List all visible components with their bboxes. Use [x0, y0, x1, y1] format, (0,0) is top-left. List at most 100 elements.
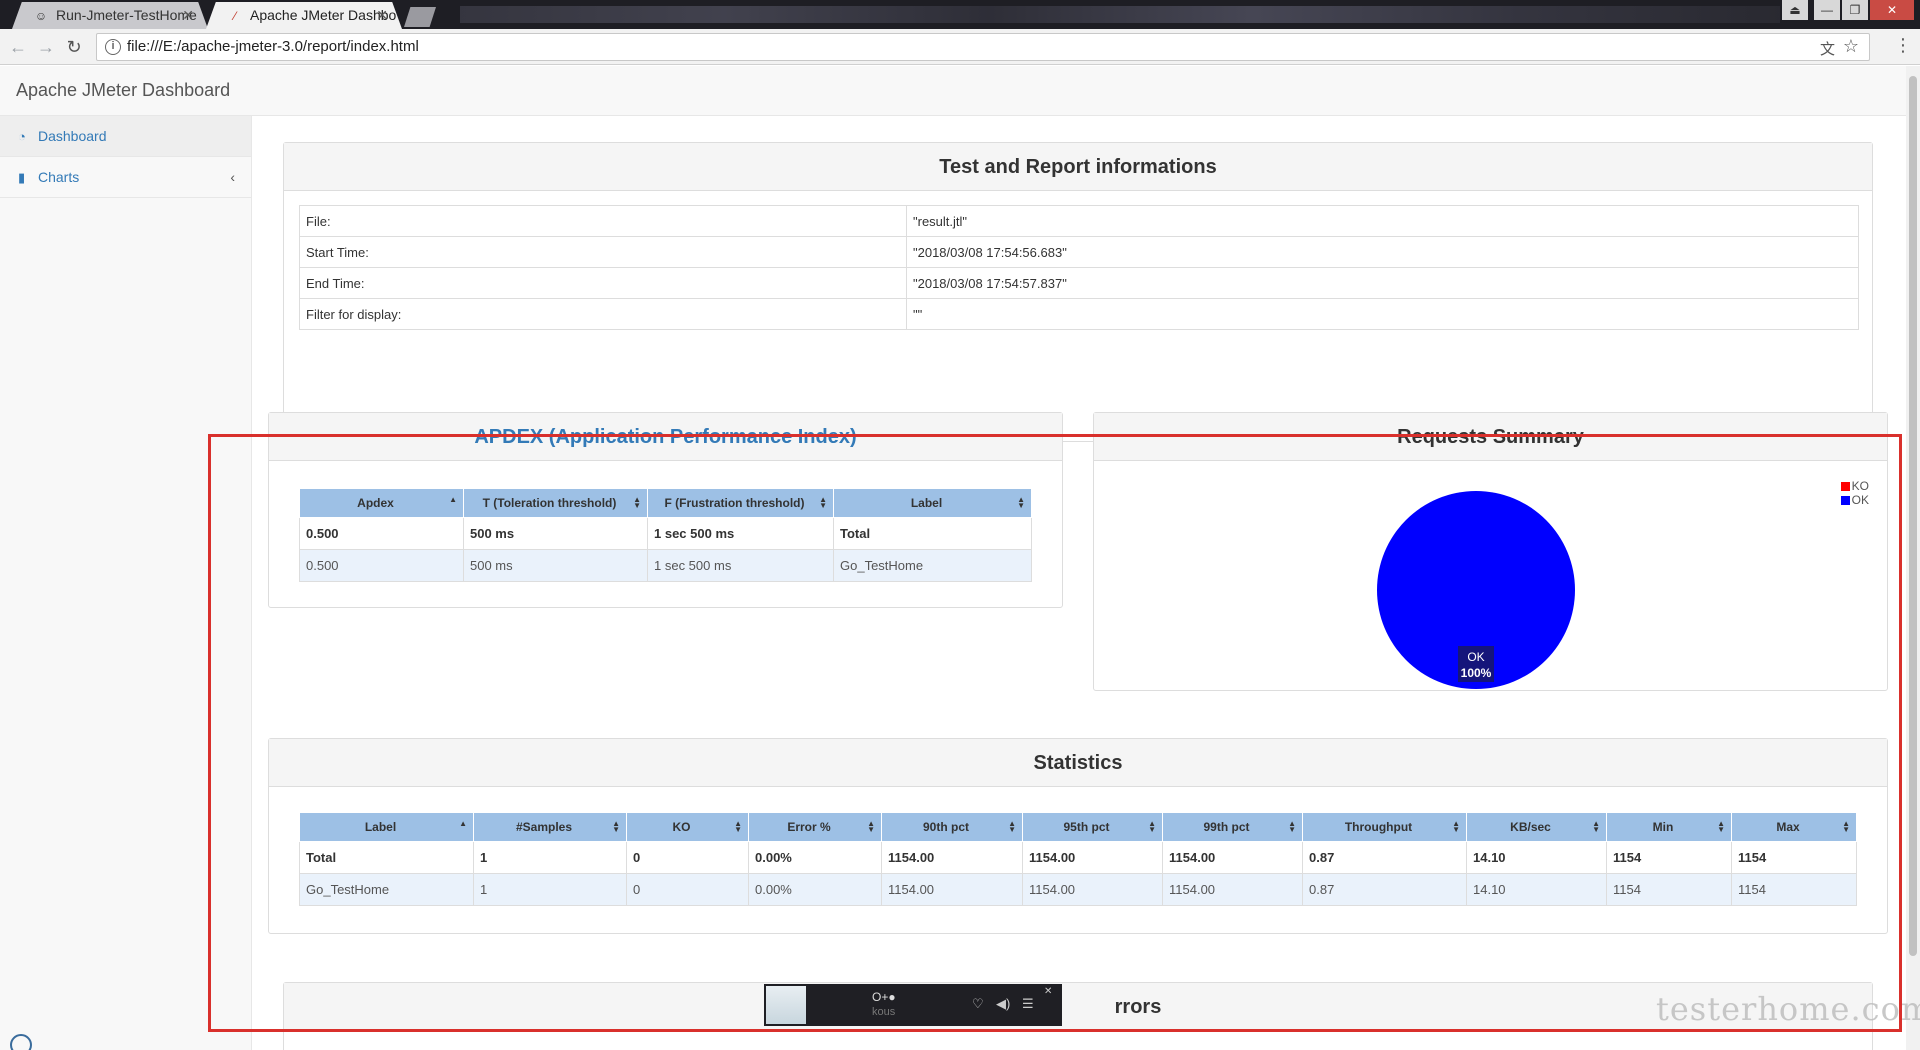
- column-header-samples[interactable]: #Samples ▲ ▼: [473, 812, 627, 842]
- legend-item-ko[interactable]: KO: [1840, 479, 1869, 493]
- table-cell: 1154.00: [1022, 841, 1163, 874]
- sort-icon: ▲ ▼: [1452, 819, 1460, 834]
- table-cell: 14.10: [1466, 873, 1607, 906]
- url-text[interactable]: file:///E:/apache-jmeter-3.0/report/inde…: [127, 34, 419, 60]
- column-header-toleration[interactable]: T (Toleration threshold) ▲ ▼: [463, 488, 648, 518]
- column-header-kb-sec[interactable]: KB/sec ▲ ▼: [1466, 812, 1607, 842]
- info-key: File:: [299, 205, 907, 237]
- table-row: File: "result.jtl": [299, 205, 1859, 237]
- volume-icon[interactable]: ◀): [996, 996, 1010, 1012]
- requests-summary-pie-chart: OK 100%: [1377, 491, 1575, 689]
- maximize-icon[interactable]: ❐: [1842, 0, 1868, 20]
- apdex-table: Apdex ▲ T (Toleration threshold) ▲ ▼ F (Fru…: [299, 488, 1032, 582]
- column-header-throughput[interactable]: Throughput ▲ ▼: [1302, 812, 1467, 842]
- info-value: "result.jtl": [906, 205, 1859, 237]
- column-header-error-pct[interactable]: Error % ▲ ▼: [748, 812, 882, 842]
- sort-icon: ▲ ▼: [734, 819, 742, 834]
- forward-arrow-icon[interactable]: →: [34, 35, 58, 59]
- errors-panel: rrors: [283, 982, 1873, 1050]
- legend-item-ok[interactable]: OK: [1840, 493, 1869, 507]
- translate-icon[interactable]: 文: [1820, 38, 1835, 59]
- table-cell: Total: [299, 841, 474, 874]
- account-icon[interactable]: ⏏: [1782, 0, 1808, 20]
- table-cell: 1154.00: [881, 841, 1023, 874]
- column-header-ko[interactable]: KO ▲ ▼: [626, 812, 749, 842]
- table-cell: Go_TestHome: [833, 549, 1032, 582]
- test-info-panel: Test and Report informations File: "resu…: [283, 142, 1873, 442]
- player-title: O+●: [872, 990, 896, 1004]
- star-icon[interactable]: ☆: [1843, 36, 1859, 57]
- table-row: Go_TestHome 1 0 0.00% 1154.00 1154.00 11…: [299, 873, 1857, 906]
- statistics-title: Statistics: [269, 739, 1887, 787]
- table-cell: 500 ms: [463, 549, 648, 582]
- sidebar-item-charts[interactable]: ▮ Charts ‹: [0, 157, 251, 198]
- errors-title: rrors: [284, 983, 1872, 1031]
- sort-icon: ▲ ▼: [1017, 495, 1025, 510]
- more-menu-icon[interactable]: ⋮: [1894, 35, 1912, 56]
- browser-tab-jmeter[interactable]: ⁄ Apache JMeter Dashbo ✕: [206, 2, 402, 29]
- column-header-label[interactable]: Label ▲: [299, 812, 474, 842]
- page-scrollbar[interactable]: [1906, 66, 1920, 1050]
- info-key: End Time:: [299, 267, 907, 299]
- column-header-label[interactable]: Label ▲ ▼: [833, 488, 1032, 518]
- sort-icon: ▲ ▼: [633, 495, 641, 510]
- brand-title[interactable]: Apache JMeter Dashboard: [16, 80, 230, 101]
- slice-label: OK: [1467, 650, 1484, 664]
- table-cell: 0.00%: [748, 873, 882, 906]
- table-cell: 1154: [1606, 873, 1732, 906]
- sort-asc-icon: ▲: [459, 819, 467, 828]
- apdex-title[interactable]: APDEX (Application Performance Index): [269, 413, 1062, 461]
- dashboard-content: Test and Report informations File: "resu…: [253, 116, 1906, 1050]
- new-tab-button[interactable]: [404, 7, 436, 27]
- table-cell: 1154.00: [1022, 873, 1163, 906]
- sort-icon: ▲ ▼: [819, 495, 827, 510]
- table-cell: 0: [626, 841, 749, 874]
- tab-title: Apache JMeter Dashbo: [250, 7, 397, 23]
- avatar-favicon-icon: ☺: [34, 9, 48, 23]
- music-player-overlay: O+● kous ♡ ◀) ☰ ✕: [764, 984, 1062, 1026]
- table-row: Total 1 0 0.00% 1154.00 1154.00 1154.00 …: [299, 841, 1857, 874]
- window-close-icon[interactable]: ✕: [1870, 0, 1914, 20]
- header-label: KO: [672, 820, 691, 834]
- table-cell: Total: [833, 517, 1032, 550]
- column-header-90th-pct[interactable]: 90th pct ▲ ▼: [881, 812, 1023, 842]
- close-icon[interactable]: ✕: [182, 2, 194, 29]
- column-header-apdex[interactable]: Apdex ▲: [299, 488, 464, 518]
- browser-tab-testhome[interactable]: ☺ Run-Jmeter-TestHome ✕: [12, 2, 208, 29]
- back-arrow-icon[interactable]: ←: [6, 35, 30, 59]
- header-label: KB/sec: [1510, 820, 1551, 834]
- minimize-icon[interactable]: —: [1814, 0, 1840, 20]
- table-header-row: Apdex ▲ T (Toleration threshold) ▲ ▼ F (Fru…: [299, 488, 1032, 518]
- test-info-title: Test and Report informations: [284, 143, 1872, 191]
- feather-favicon-icon: ⁄: [233, 9, 236, 23]
- table-cell: 0.87: [1302, 841, 1467, 874]
- column-header-min[interactable]: Min ▲ ▼: [1606, 812, 1732, 842]
- close-icon[interactable]: ✕: [1044, 986, 1052, 997]
- table-cell: 500 ms: [463, 517, 648, 550]
- sort-icon: ▲ ▼: [1288, 819, 1296, 834]
- column-header-99th-pct[interactable]: 99th pct ▲ ▼: [1162, 812, 1303, 842]
- album-art: [766, 986, 806, 1024]
- sidebar-item-label: Charts: [38, 169, 80, 185]
- close-icon[interactable]: ✕: [376, 2, 388, 29]
- column-header-max[interactable]: Max ▲ ▼: [1731, 812, 1857, 842]
- slice-percent: 100%: [1461, 666, 1492, 680]
- header-label: 95th pct: [1063, 820, 1110, 834]
- table-cell: 0.00%: [748, 841, 882, 874]
- address-bar[interactable]: i file:///E:/apache-jmeter-3.0/report/in…: [96, 33, 1870, 61]
- info-icon[interactable]: i: [105, 39, 121, 55]
- table-cell: 1154: [1731, 841, 1857, 874]
- playlist-icon[interactable]: ☰: [1022, 996, 1034, 1012]
- table-cell: 1154.00: [1162, 873, 1303, 906]
- legend-swatch: [1840, 482, 1850, 491]
- heart-icon[interactable]: ♡: [972, 996, 984, 1012]
- chevron-left-icon[interactable]: ‹: [230, 157, 235, 198]
- reload-icon[interactable]: ↻: [62, 35, 86, 59]
- sidebar-item-dashboard[interactable]: ◔ Dashboard: [0, 116, 251, 157]
- scrollbar-thumb[interactable]: [1909, 76, 1917, 956]
- column-header-frustration[interactable]: F (Frustration threshold) ▲ ▼: [647, 488, 834, 518]
- sort-icon: ▲ ▼: [1148, 819, 1156, 834]
- legend-label: OK: [1851, 493, 1869, 507]
- column-header-95th-pct[interactable]: 95th pct ▲ ▼: [1022, 812, 1163, 842]
- statistics-table: Label ▲ #Samples ▲ ▼ KO ▲ ▼ Error % ▲ ▼ 90th pc…: [299, 812, 1857, 906]
